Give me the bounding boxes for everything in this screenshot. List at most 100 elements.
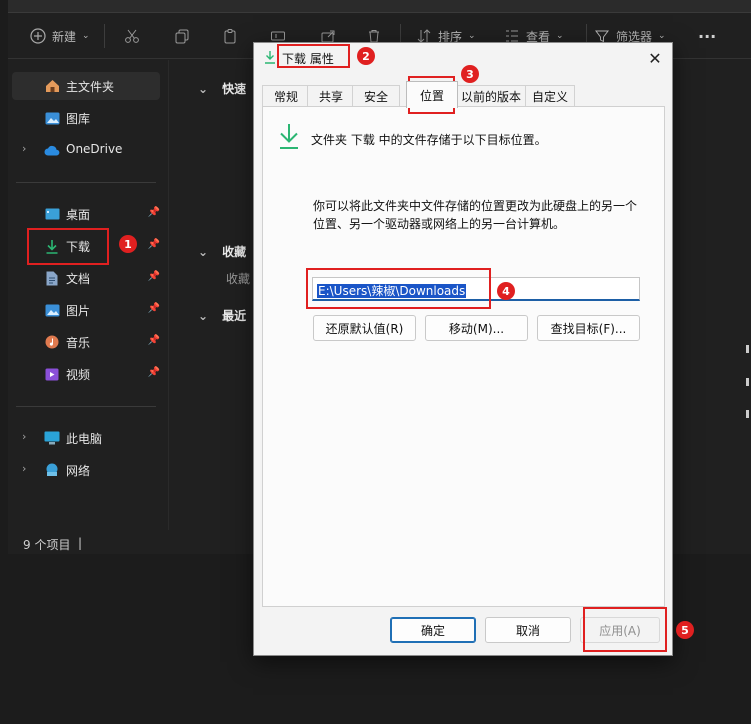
sidebar-item-label: 视频 [66, 368, 91, 382]
pin-icon: 📌 [147, 207, 160, 218]
download-icon [264, 50, 276, 67]
list-fragment [746, 410, 749, 418]
more-options-button[interactable]: ··· [698, 26, 716, 46]
pin-icon: 📌 [147, 239, 160, 250]
favorites-empty-text: 收藏 [226, 272, 251, 286]
clipboard-icon [224, 29, 236, 44]
pane-divider [168, 60, 169, 530]
download-icon [277, 122, 301, 153]
annotation-box-title [277, 44, 350, 68]
pin-icon: 📌 [147, 335, 160, 346]
chevron-down-icon: ⌄ [658, 31, 666, 41]
find-target-button[interactable]: 查找目标(F)... [537, 315, 640, 341]
pin-icon: 📌 [147, 303, 160, 314]
sidebar-item-music[interactable]: 音乐 📌 [12, 328, 160, 356]
copy-icon [175, 29, 189, 44]
gallery-icon [44, 111, 60, 125]
chevron-down-icon: ⌄ [468, 31, 476, 41]
sidebar-item-label: 音乐 [66, 336, 91, 350]
chevron-down-icon: ⌄ [198, 244, 209, 259]
music-icon [44, 335, 60, 349]
section-label: 最近 [222, 309, 247, 323]
section-label: 快速 [222, 82, 247, 96]
sidebar-item-label: 图库 [66, 112, 91, 126]
sidebar-item-videos[interactable]: 视频 📌 [12, 360, 160, 388]
properties-dialog: 下载 属性 ✕ 常规 共享 安全 位置 以前的版本 自定义 文件夹 下载 中的文… [253, 42, 673, 656]
location-tab-panel: 文件夹 下载 中的文件存储于以下目标位置。 你可以将此文件夹中文件存储的位置更改… [262, 106, 665, 607]
chevron-down-icon: ⌄ [198, 308, 209, 323]
picture-icon [44, 303, 60, 317]
home-icon [44, 79, 60, 93]
scissors-icon [125, 29, 139, 43]
tab-general[interactable]: 常规 [262, 85, 310, 106]
annotation-box-path [306, 268, 491, 309]
computer-icon [44, 431, 60, 445]
sidebar-item-label: 图片 [66, 304, 91, 318]
divider [16, 406, 156, 407]
sidebar-item-label: 桌面 [66, 208, 91, 222]
chevron-right-icon: › [22, 142, 27, 155]
new-button[interactable]: 新建 ⌄ [30, 26, 90, 46]
sidebar-item-label: 主文件夹 [66, 80, 115, 94]
sidebar-item-home[interactable]: 主文件夹 [12, 72, 160, 100]
tab-customize[interactable]: 自定义 [525, 85, 575, 106]
sidebar-item-network[interactable]: › 网络 [12, 456, 160, 484]
ok-button[interactable]: 确定 [390, 617, 476, 643]
annotation-badge-2: 2 [357, 47, 375, 65]
sidebar-item-label: 此电脑 [66, 432, 103, 446]
annotation-badge-3: 3 [461, 65, 479, 83]
annotation-badge-4: 4 [497, 282, 515, 300]
chevron-down-icon: ⌄ [82, 31, 90, 41]
sidebar-item-desktop[interactable]: 桌面 📌 [12, 200, 160, 228]
pin-icon: 📌 [147, 271, 160, 282]
copy-button[interactable] [174, 26, 190, 46]
document-icon [44, 271, 60, 285]
tab-previous-versions[interactable]: 以前的版本 [454, 85, 528, 106]
chevron-down-icon: ⌄ [556, 31, 564, 41]
tab-security[interactable]: 安全 [352, 85, 400, 106]
video-icon [44, 367, 60, 381]
annotation-box-downloads [27, 228, 109, 265]
sidebar-item-label: OneDrive [66, 142, 123, 156]
status-separator: | [78, 536, 83, 550]
restore-default-button[interactable]: 还原默认值(R) [313, 315, 416, 341]
divider [16, 182, 156, 183]
cancel-button[interactable]: 取消 [485, 617, 571, 643]
divider [104, 24, 105, 48]
description-line-1: 你可以将此文件夹中文件存储的位置更改为此硬盘上的另一个 [313, 199, 638, 213]
section-recent[interactable]: ⌄ 最近 [198, 307, 246, 324]
navigation-pane: 主文件夹 图库 › OneDrive 桌面 📌 下载 📌 文档 📌 图片 📌 音… [8, 60, 168, 530]
annotation-badge-5: 5 [676, 621, 694, 639]
tab-location[interactable]: 位置 [406, 81, 458, 108]
move-button[interactable]: 移动(M)... [425, 315, 528, 341]
list-fragment [746, 378, 749, 386]
sidebar-item-gallery[interactable]: 图库 [12, 104, 160, 132]
chevron-down-icon: ⌄ [198, 81, 209, 96]
section-quick-access[interactable]: ⌄ 快速 [198, 80, 246, 97]
annotation-box-apply [583, 607, 667, 652]
close-button[interactable]: ✕ [644, 47, 666, 69]
new-label: 新建 [52, 29, 77, 44]
cut-button[interactable] [124, 26, 140, 46]
sidebar-item-pictures[interactable]: 图片 📌 [12, 296, 160, 324]
annotation-badge-1: 1 [119, 235, 137, 253]
sidebar-item-onedrive[interactable]: › OneDrive [12, 136, 160, 164]
item-count: 9 个项目 [23, 538, 71, 552]
sidebar-item-this-pc[interactable]: › 此电脑 [12, 424, 160, 452]
network-icon [44, 463, 60, 477]
section-label: 收藏 [222, 245, 247, 259]
sidebar-item-documents[interactable]: 文档 📌 [12, 264, 160, 292]
more-label: ··· [698, 26, 717, 46]
location-info-text: 文件夹 下载 中的文件存储于以下目标位置。 [311, 133, 547, 147]
title-strip [8, 0, 751, 13]
sidebar-item-label: 网络 [66, 464, 91, 478]
chevron-right-icon: › [22, 430, 27, 443]
pin-icon: 📌 [147, 367, 160, 378]
paste-button[interactable] [222, 26, 238, 46]
section-favorites[interactable]: ⌄ 收藏 [198, 243, 246, 260]
tab-sharing[interactable]: 共享 [307, 85, 355, 106]
chevron-right-icon: › [22, 462, 27, 475]
sidebar-item-label: 文档 [66, 272, 91, 286]
add-icon [30, 28, 46, 44]
description-line-2: 位置、另一个驱动器或网络上的另一台计算机。 [313, 217, 566, 231]
